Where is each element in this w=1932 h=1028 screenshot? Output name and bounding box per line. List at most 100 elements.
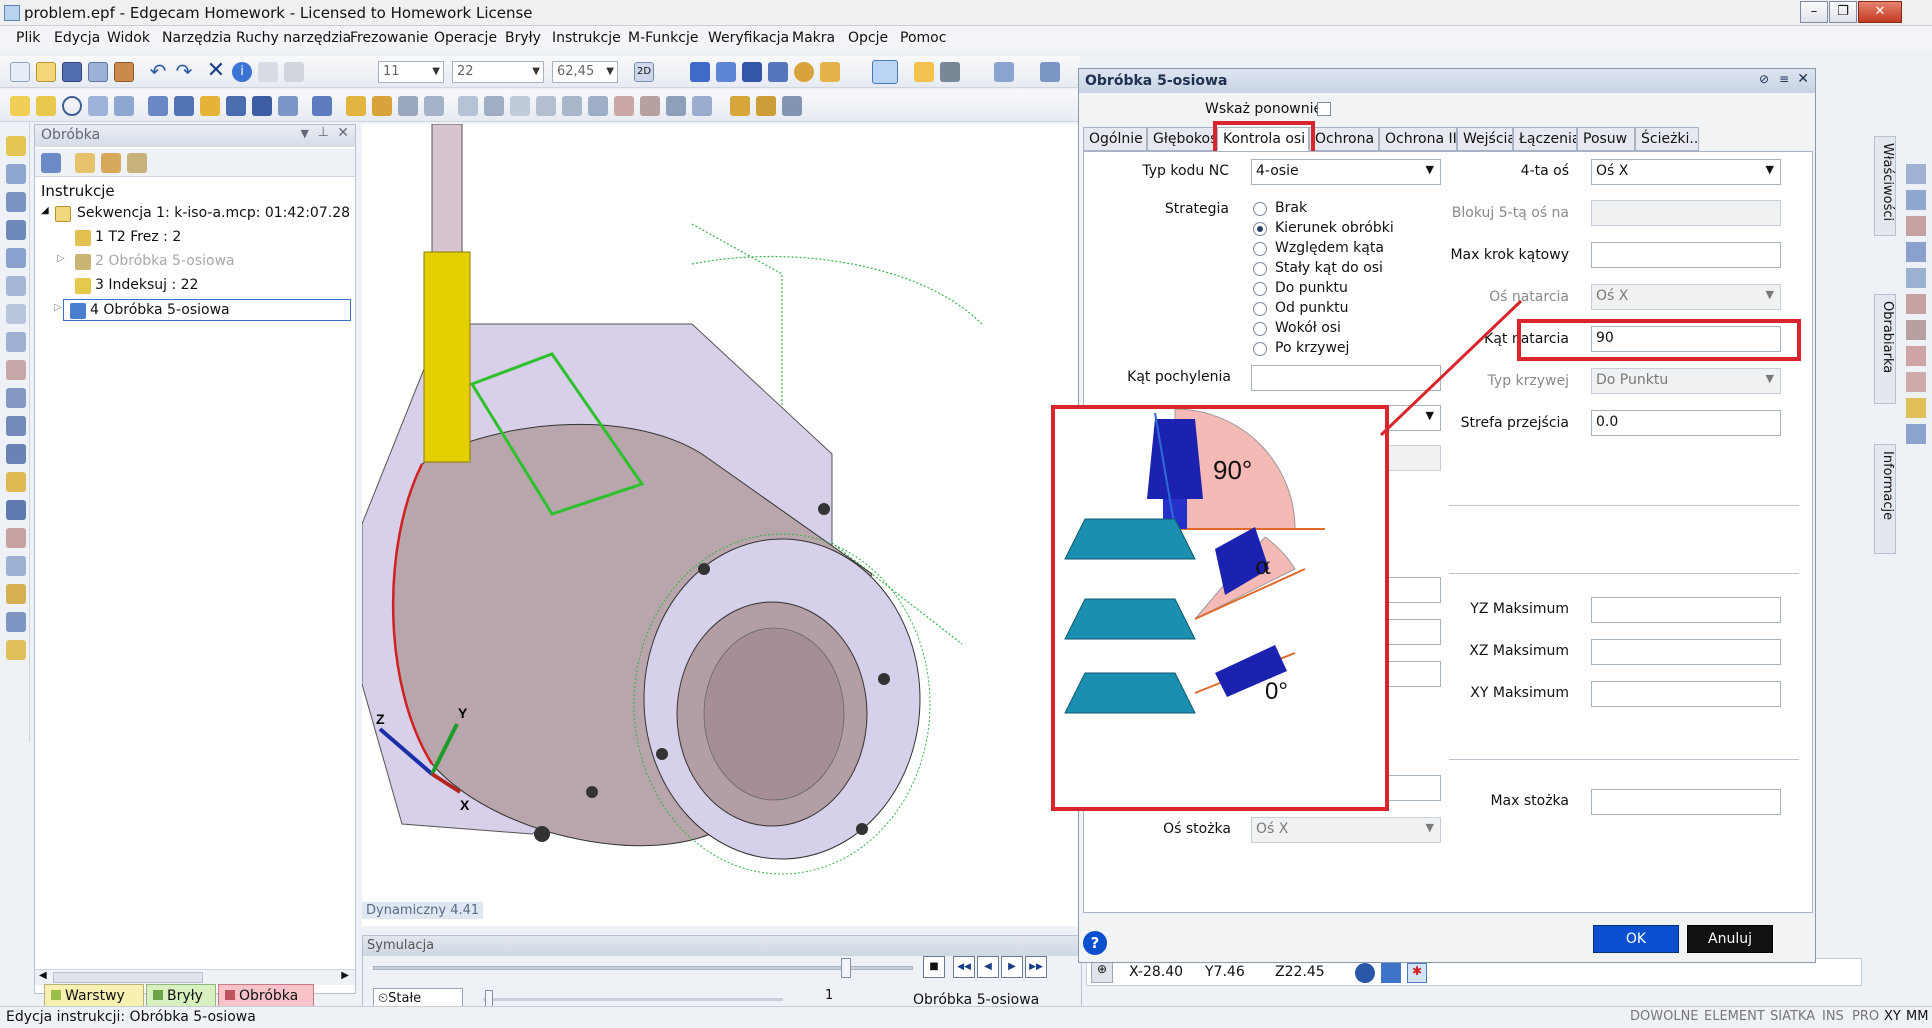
save-icon[interactable] [62, 62, 82, 82]
cancel-button[interactable]: Anuluj [1687, 925, 1773, 953]
collapse-icon[interactable]: ◢ [41, 205, 49, 216]
zlevel-combo[interactable]: 62,45 ▼ [552, 61, 618, 83]
finishing-icon[interactable] [226, 96, 246, 116]
tool-strip-icon-19[interactable] [6, 640, 26, 660]
status-indicator-pro[interactable]: PRO [1852, 1009, 1879, 1024]
thread-icon[interactable] [278, 96, 298, 116]
tab-obrobka[interactable]: Obróbka [218, 984, 314, 1008]
hidden-line-icon[interactable] [940, 62, 960, 82]
menu-widok[interactable]: Widok [107, 30, 150, 46]
query-icon[interactable] [258, 62, 278, 82]
rewind-icon[interactable]: ◀◀ [953, 956, 975, 978]
properties-tab[interactable]: Właściwości [1874, 136, 1896, 236]
tree-row-index[interactable]: 3 Indeksuj : 22 [39, 275, 339, 297]
wireframe-icon[interactable] [614, 96, 634, 116]
menu-opcje[interactable]: Opcje [848, 30, 888, 46]
max-step-input[interactable] [1591, 242, 1781, 268]
side-tool-icon-8[interactable] [1906, 346, 1926, 366]
menu-operacje[interactable]: Operacje [434, 30, 497, 46]
undo-icon[interactable]: ↶ [148, 61, 168, 82]
strategy-radio-wokol[interactable] [1253, 322, 1267, 336]
panel-menu-icon[interactable]: ▼ [301, 127, 309, 140]
tool-strip-icon-16[interactable] [6, 556, 26, 576]
close-panel-icon[interactable]: ✕ [337, 125, 349, 141]
dialog-options-icon[interactable]: ≡ [1779, 72, 1789, 86]
side-tool-icon-1[interactable] [1906, 164, 1926, 184]
dialog-close-icon[interactable]: ✕ [1797, 71, 1809, 87]
side-tool-icon-9[interactable] [1906, 372, 1926, 392]
select-icon[interactable] [10, 96, 30, 116]
menu-frezowanie[interactable]: Frezowanie [350, 30, 428, 46]
yz-max-input[interactable] [1591, 597, 1781, 623]
color-combo[interactable]: 22 ▼ [452, 61, 544, 83]
tool-strip-icon-8[interactable] [6, 332, 26, 352]
side-tool-icon-2[interactable] [1906, 190, 1926, 210]
menu-makra[interactable]: Makra [792, 30, 835, 46]
scroll-right-icon[interactable]: ▶ [341, 970, 349, 981]
pin-icon[interactable]: ⊥ [318, 125, 329, 140]
cycle-icon[interactable] [62, 96, 82, 116]
step-back-icon[interactable]: ◀ [977, 956, 999, 978]
menu-instrukcje[interactable]: Instrukcje [552, 30, 621, 46]
strategy-radio-wzgledem[interactable] [1253, 242, 1267, 256]
workplane-icon[interactable] [1040, 62, 1060, 82]
ruled-icon[interactable] [398, 96, 418, 116]
constant-icon[interactable] [510, 96, 530, 116]
tab-bryly[interactable]: Bryły [146, 984, 216, 1008]
strategy-radio-od-punktu[interactable] [1253, 302, 1267, 316]
axis4-select[interactable]: Oś X ▼ [1591, 159, 1781, 185]
xz-max-input[interactable] [1591, 639, 1781, 665]
pencil-icon[interactable] [536, 96, 556, 116]
tool-strip-icon-1[interactable] [6, 136, 26, 156]
tree-row-op4[interactable]: ▷ 4 Obróbka 5-osiowa [54, 299, 351, 321]
side-tool-icon-11[interactable] [1906, 424, 1926, 444]
zoom-coord-icon[interactable]: ⊕ [1091, 961, 1113, 983]
tab-ochrona-1[interactable]: Ochrona I [1309, 127, 1379, 151]
stop-icon[interactable]: ■ [923, 956, 945, 978]
tool-strip-icon-3[interactable] [6, 192, 26, 212]
open-folder-icon[interactable] [36, 62, 56, 82]
tool-strip-icon-2[interactable] [6, 164, 26, 184]
2d-view-icon[interactable]: 2D [634, 62, 654, 82]
transition-input[interactable]: 0.0 [1591, 410, 1781, 436]
tool-strip-icon-4[interactable] [6, 220, 26, 240]
menu-bryly[interactable]: Bryły [505, 30, 541, 46]
tab-glebokosc[interactable]: Głębokość [1147, 127, 1217, 151]
rest-icon[interactable] [372, 96, 392, 116]
sim-speed-track[interactable] [483, 998, 783, 1001]
side-tool-icon-4[interactable] [1906, 242, 1926, 262]
snap-icon[interactable]: ✱ [1407, 963, 1427, 983]
sort-icon[interactable] [101, 153, 121, 173]
status-indicator-element[interactable]: ELEMENT [1704, 1009, 1765, 1024]
tab-sciezki[interactable]: Ścieżki... [1635, 127, 1699, 151]
strategy-radio-po-krzywej[interactable] [1253, 342, 1267, 356]
tab-posuw[interactable]: Posuw [1577, 127, 1635, 151]
tool-strip-icon-12[interactable] [6, 444, 26, 464]
tool-strip-icon-7[interactable] [6, 304, 26, 324]
scroll-left-icon[interactable]: ◀ [39, 970, 47, 981]
refresh-icon[interactable] [41, 153, 61, 173]
rotate-icon[interactable] [794, 62, 814, 82]
cut-icon[interactable] [346, 96, 366, 116]
tool-strip-icon-5[interactable] [6, 248, 26, 268]
fast-forward-icon[interactable]: ▶▶ [1025, 956, 1047, 978]
side-tool-icon-6[interactable] [1906, 294, 1926, 314]
flow-icon[interactable] [458, 96, 478, 116]
graphics-viewport[interactable]: Z Y X [362, 124, 1084, 926]
tool-strip-icon-14[interactable] [6, 500, 26, 520]
spiral-icon[interactable] [588, 96, 608, 116]
play-icon[interactable]: ▶ [1001, 956, 1023, 978]
delete-icon[interactable]: ✕ [206, 60, 226, 82]
nc-code-select[interactable]: 4-osie ▼ [1251, 159, 1441, 185]
status-indicator-siatka[interactable]: SIATKA [1770, 1009, 1815, 1024]
redo-icon[interactable]: ↷ [174, 61, 194, 82]
save-all-icon[interactable] [88, 62, 108, 82]
menu-pomoc[interactable]: Pomoc [900, 30, 946, 46]
strategy-radio-staly[interactable] [1253, 262, 1267, 276]
verify-icon[interactable] [756, 96, 776, 116]
tool-strip-icon-11[interactable] [6, 416, 26, 436]
status-indicator-ins[interactable]: INS [1822, 1009, 1844, 1024]
five-axis-icon[interactable] [666, 96, 686, 116]
port-icon[interactable] [692, 96, 712, 116]
surface-icon[interactable] [424, 96, 444, 116]
